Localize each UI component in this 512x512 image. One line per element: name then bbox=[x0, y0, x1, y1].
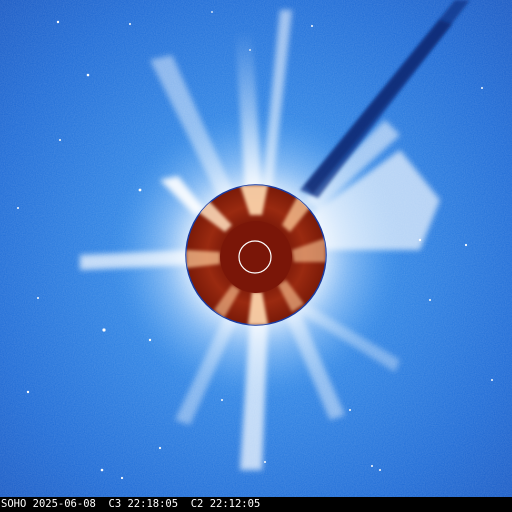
c2-composite bbox=[185, 184, 327, 326]
coronagraph-image bbox=[0, 0, 512, 497]
date-label: 2025-06-08 bbox=[32, 498, 96, 510]
c2-time: 22:12:05 bbox=[209, 498, 261, 510]
observatory-label: SOHO bbox=[1, 498, 27, 510]
c2-inner-occulter bbox=[220, 221, 292, 293]
c2-label: C2 bbox=[190, 498, 204, 510]
timestamp-caption: SOHO 2025-06-08 C3 22:18:05 C2 22:12:05 bbox=[0, 497, 512, 512]
c3-label: C3 bbox=[108, 498, 122, 510]
coronagraph-viewer: SOHO 2025-06-08 C3 22:18:05 C2 22:12:05 bbox=[0, 0, 512, 512]
c3-time: 22:18:05 bbox=[127, 498, 179, 510]
